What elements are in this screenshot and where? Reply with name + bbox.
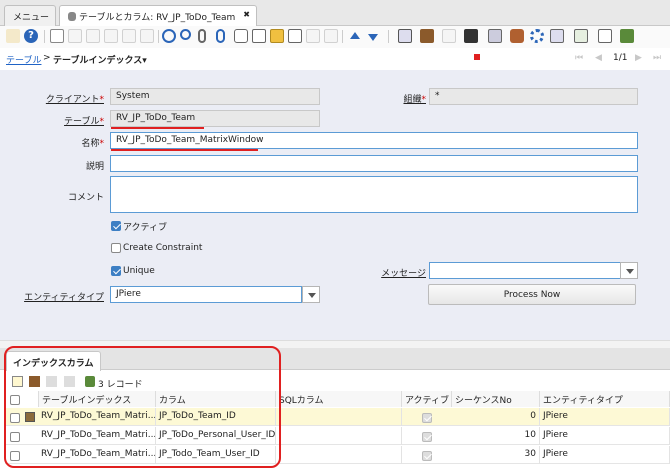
archived-docs-icon[interactable] [420,29,434,43]
message-label: メッセージ [381,269,426,279]
name-highlight-underline [111,149,258,151]
active-label: アクティブ [123,223,168,233]
active-checkbox[interactable] [111,221,121,231]
table-icon [68,12,76,21]
parent-record-icon[interactable] [324,29,338,43]
zoom-across-icon[interactable] [464,29,478,43]
cell-sequence: 10 [452,427,540,445]
column-header-active[interactable]: アクティブ [402,391,452,407]
cell-sql-column [276,446,402,464]
tab-table-column[interactable]: テーブルとカラム: RV_JP_ToDo_Team ✖ [59,5,257,27]
attachment-icon[interactable] [198,29,206,43]
chat-icon[interactable] [234,29,248,43]
import-icon[interactable] [574,29,588,43]
label-icon[interactable] [288,29,302,43]
save-icon[interactable] [104,29,118,43]
breadcrumb-separator: > [43,53,51,63]
column-header-sql-column[interactable]: SQLカラム [276,391,402,407]
client-field: System [110,88,320,105]
arrow-up-icon[interactable] [350,32,360,39]
breadcrumb: テーブル > テーブルインデックス▾ ⏮ ◀ 1/1 ▶ ⏭ [0,50,670,68]
column-header-sequence[interactable]: シーケンスNo [452,391,540,407]
breadcrumb-current[interactable]: テーブルインデックス▾ [53,53,147,66]
comment-label: コメント [67,193,104,203]
undo-icon[interactable] [6,29,20,43]
active-workflows-icon[interactable] [488,29,502,43]
description-field[interactable] [110,155,638,172]
cell-entity-type: JPiere [540,446,670,464]
delete-icon[interactable] [86,29,100,43]
help-icon[interactable]: ? [24,29,38,43]
last-record-icon[interactable]: ⏭ [653,53,661,63]
report-icon[interactable] [398,29,412,43]
find-icon[interactable] [180,29,191,40]
window-tab-bar: メニュー テーブルとカラム: RV_JP_ToDo_Team ✖ [0,0,670,27]
cell-active-checkbox [422,432,432,442]
save-close-icon[interactable] [140,29,154,43]
cell-sql-column [276,427,402,445]
comment-field[interactable] [110,176,638,213]
prev-record-icon[interactable]: ◀ [595,53,602,63]
cell-active-checkbox [422,451,432,461]
quick-form-icon[interactable] [620,29,634,43]
unique-checkbox[interactable] [111,266,121,276]
unique-label: Unique [123,266,155,276]
message-field[interactable] [429,262,621,279]
entity-type-label: エンティティタイプ [24,293,104,303]
grid-toggle-icon[interactable] [306,29,320,43]
org-label: 組織* [403,95,426,105]
create-constraint-checkbox[interactable] [111,243,121,253]
next-record-icon[interactable]: ▶ [635,53,642,63]
save-create-icon[interactable] [122,29,136,43]
cell-sequence: 0 [452,408,540,426]
print-icon[interactable] [442,29,456,43]
refresh-icon[interactable] [162,29,176,43]
table-field: RV_JP_ToDo_Team [110,110,320,127]
process-now-button[interactable]: Process Now [428,284,636,305]
highlight-annotation-box [4,346,281,468]
message-dropdown-button[interactable] [620,262,638,279]
table-highlight-underline [111,127,204,129]
cell-entity-type: JPiere [540,427,670,445]
arrow-down-icon[interactable] [368,34,378,41]
cell-sql-column [276,408,402,426]
archive-icon[interactable] [252,29,266,43]
toolbar: ? [0,26,670,60]
cell-sequence: 30 [452,446,540,464]
entity-type-dropdown-button[interactable] [302,286,320,303]
tab-menu[interactable]: メニュー [4,5,56,26]
process-gear-icon[interactable] [530,29,544,43]
entity-type-field[interactable]: JPiere [110,286,302,303]
client-label: クライアント* [45,95,104,105]
create-constraint-label: Create Constraint [123,243,203,253]
request-icon[interactable] [510,29,524,43]
org-field: * [429,88,638,105]
table-label: テーブル* [64,117,104,127]
copy-record-icon[interactable] [68,29,82,43]
tab-menu-label: メニュー [13,13,50,23]
tab-table-column-label: テーブルとカラム: RV_JP_ToDo_Team [79,13,236,23]
cell-entity-type: JPiere [540,408,670,426]
attachment-list-icon[interactable] [216,29,225,43]
customize-icon[interactable] [598,29,612,43]
close-icon[interactable]: ✖ [243,10,250,19]
record-counter: 1/1 [613,53,628,63]
cell-active-checkbox [422,413,432,423]
new-record-icon[interactable] [50,29,64,43]
column-header-entity-type[interactable]: エンティティタイプ [540,391,670,407]
name-label: 名称* [81,139,104,149]
name-field[interactable]: RV_JP_ToDo_Team_MatrixWindow [110,132,638,149]
postit-icon[interactable] [270,29,284,43]
export-icon[interactable] [550,29,564,43]
breadcrumb-parent-link[interactable]: テーブル [6,53,41,66]
first-record-icon[interactable]: ⏮ [575,53,583,63]
description-label: 説明 [85,162,104,172]
